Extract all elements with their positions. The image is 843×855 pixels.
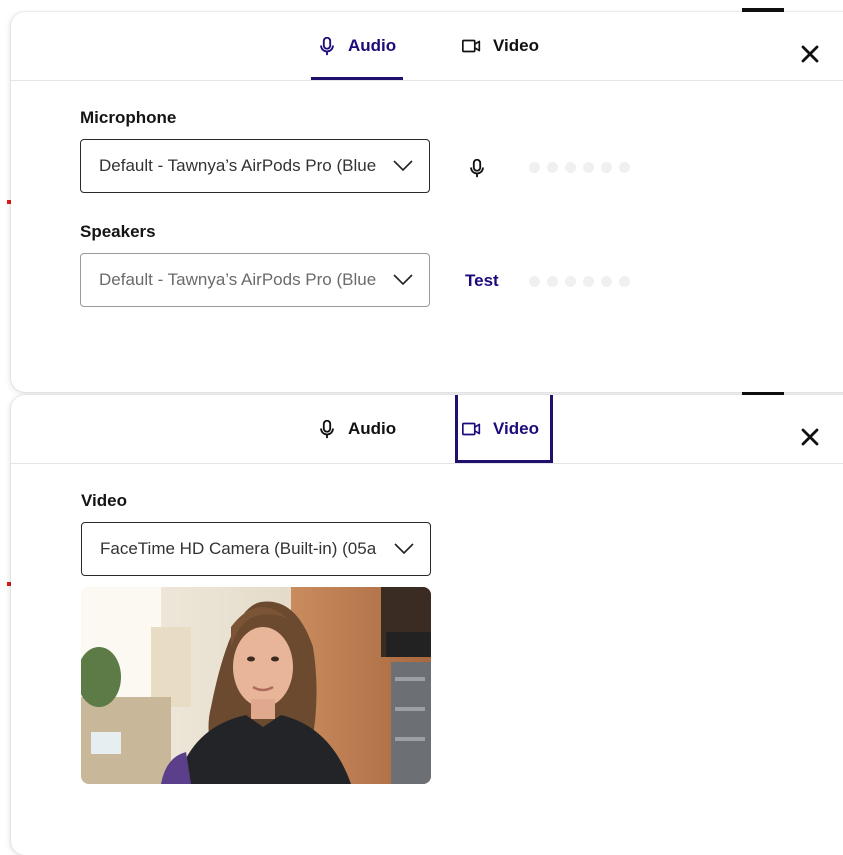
- microphone-icon: [320, 419, 334, 439]
- speakers-select-value: Default - Tawnya’s AirPods Pro (Blue: [99, 270, 377, 289]
- tab-bar: Audio Video: [11, 395, 843, 464]
- video-camera-icon: [462, 39, 481, 53]
- meter-dot: [547, 162, 558, 173]
- tab-audio[interactable]: Audio: [316, 12, 406, 80]
- meter-dot: [529, 276, 540, 287]
- meter-dot: [565, 162, 576, 173]
- microphone-status-icon: [470, 158, 484, 178]
- tab-audio-label: Audio: [348, 419, 397, 438]
- audio-settings-panel: Audio Video Microphone Default - Tawnya’…: [11, 12, 843, 392]
- av-settings-screenshot: Audio Video Microphone Default - Tawnya’…: [0, 0, 843, 855]
- camera-preview: [81, 587, 431, 784]
- tab-video[interactable]: Video: [461, 395, 556, 463]
- meter-dot: [583, 162, 594, 173]
- video-camera-icon: [462, 422, 481, 436]
- chevron-down-icon: [394, 543, 414, 555]
- microphone-icon: [320, 36, 334, 56]
- microphone-level-meter: [529, 162, 630, 173]
- meter-dot: [619, 162, 630, 173]
- camera-select-value: FaceTime HD Camera (Built-in) (05a: [100, 539, 377, 558]
- close-button[interactable]: [796, 423, 824, 451]
- test-speakers-button[interactable]: Test: [465, 271, 499, 291]
- speakers-select[interactable]: Default - Tawnya’s AirPods Pro (Blue: [80, 253, 430, 307]
- meter-dot: [565, 276, 576, 287]
- meter-dot: [601, 162, 612, 173]
- tab-bar: Audio Video: [11, 12, 843, 81]
- active-tab-indicator: [311, 77, 403, 80]
- video-settings-panel: Audio Video Video FaceTime HD Camera (Bu…: [11, 395, 843, 855]
- tab-video[interactable]: Video: [461, 12, 556, 80]
- chevron-down-icon: [393, 274, 413, 286]
- tab-audio[interactable]: Audio: [316, 395, 411, 463]
- microphone-label: Microphone: [80, 108, 177, 127]
- meter-dot: [583, 276, 594, 287]
- tab-video-label: Video: [493, 36, 539, 55]
- meter-dot: [547, 276, 558, 287]
- close-icon: [801, 428, 819, 446]
- close-icon: [801, 45, 819, 63]
- speakers-label: Speakers: [80, 222, 156, 241]
- chevron-down-icon: [393, 160, 413, 172]
- microphone-select[interactable]: Default - Tawnya’s AirPods Pro (Blue: [80, 139, 430, 193]
- microphone-select-value: Default - Tawnya’s AirPods Pro (Blue: [99, 156, 377, 175]
- speakers-level-meter: [529, 276, 630, 287]
- video-label: Video: [81, 491, 127, 510]
- close-button[interactable]: [796, 40, 824, 68]
- meter-dot: [601, 276, 612, 287]
- camera-select[interactable]: FaceTime HD Camera (Built-in) (05a: [81, 522, 431, 576]
- meter-dot: [619, 276, 630, 287]
- meter-dot: [529, 162, 540, 173]
- tab-audio-label: Audio: [348, 36, 397, 55]
- tab-video-label: Video: [493, 419, 539, 438]
